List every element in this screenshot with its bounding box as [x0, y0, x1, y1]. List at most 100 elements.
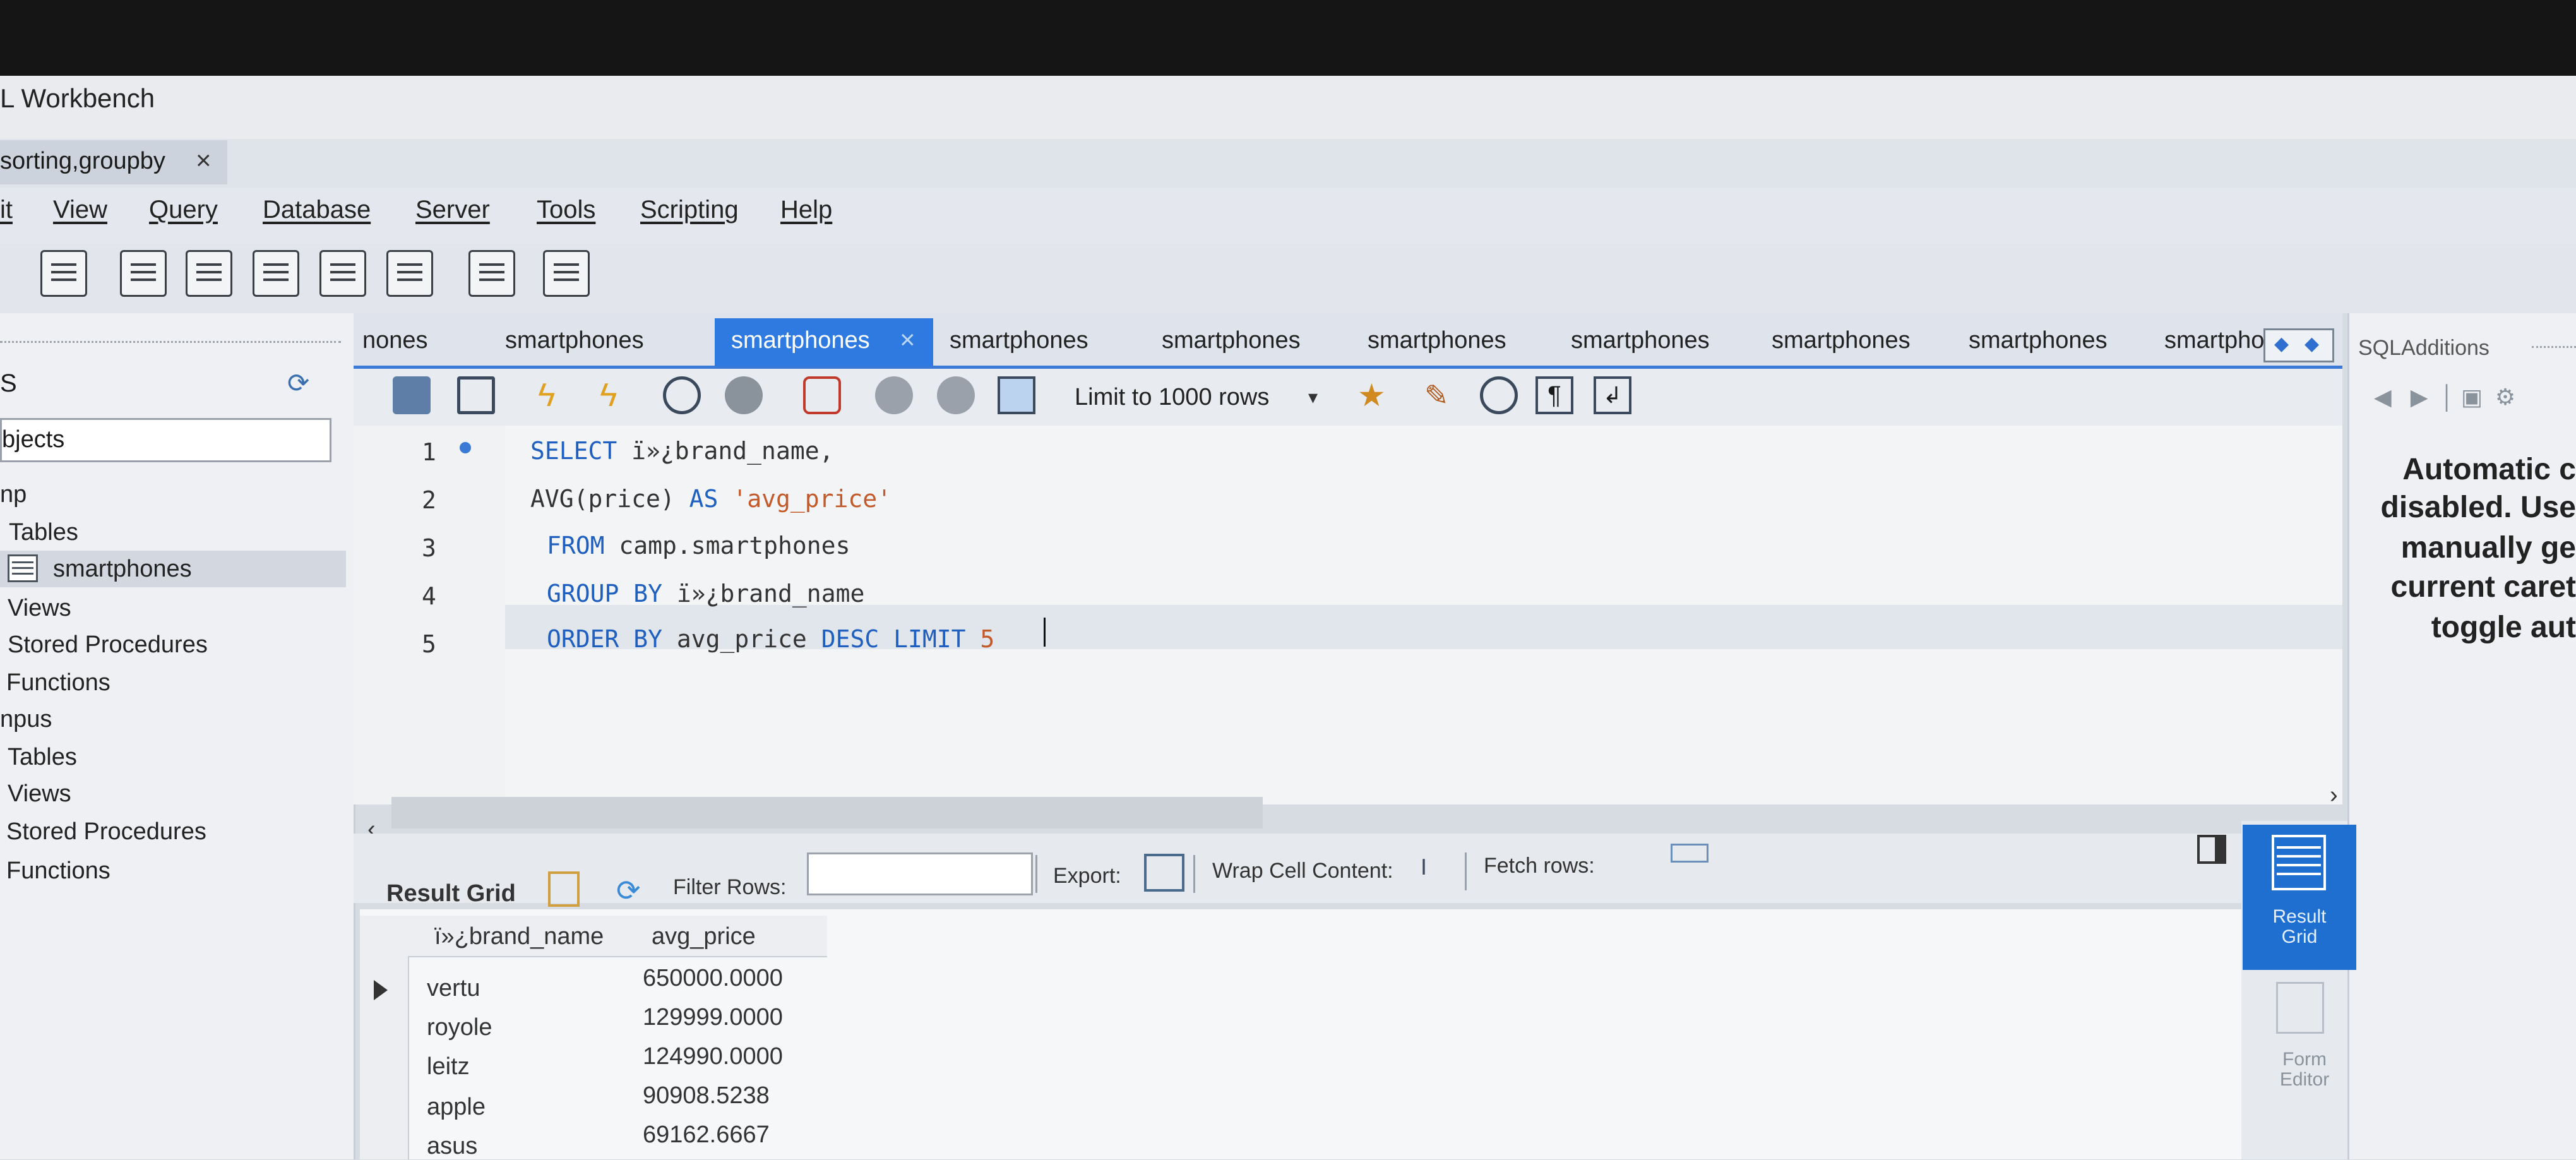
column-header[interactable]: ï»¿brand_name [434, 923, 604, 950]
scroll-left-icon[interactable]: ◆ [2274, 333, 2289, 355]
chevron-down-icon[interactable]: ▾ [1308, 386, 1318, 409]
query-tab[interactable]: smartphones [1772, 327, 1911, 354]
new-procedure-icon[interactable] [319, 250, 366, 297]
menu-database[interactable]: Database [263, 196, 371, 224]
close-icon[interactable]: × [900, 325, 915, 355]
tree-item-tables[interactable]: Tables [8, 744, 77, 771]
autocommit-icon[interactable] [998, 376, 1035, 414]
scroll-right-arrow-icon[interactable]: › [2330, 782, 2338, 809]
filter-objects-input[interactable]: bjects [0, 418, 331, 462]
execute-current-icon[interactable]: ϟ [600, 376, 638, 414]
form-editor-view-label[interactable]: Form Editor [2249, 1049, 2360, 1090]
refresh-icon[interactable]: ⟳ [616, 874, 654, 912]
database-icon[interactable] [120, 250, 167, 297]
menu-query[interactable]: Query [149, 196, 218, 224]
refresh-icon[interactable]: ⟳ [287, 368, 309, 398]
grid-cell[interactable]: 124990.0000 [643, 1043, 783, 1070]
menu-server[interactable]: Server [415, 196, 490, 224]
grid-cell[interactable]: 90908.5238 [643, 1082, 770, 1109]
grid-layout-icon[interactable] [548, 871, 580, 907]
code-line: ORDER BY avg_price DESC LIMIT 5 [547, 625, 994, 653]
tree-item-smartphones[interactable]: smartphones [53, 556, 192, 583]
sql-keyword: SELECT [530, 437, 617, 465]
find-icon[interactable] [1480, 376, 1518, 414]
rollback-icon[interactable] [937, 376, 975, 414]
grid-cell[interactable]: 129999.0000 [643, 1004, 783, 1031]
save-icon[interactable] [457, 376, 495, 414]
stop-icon[interactable] [725, 376, 763, 414]
line-number: 2 [422, 486, 436, 514]
tree-item-stored-procedures[interactable]: Stored Procedures [8, 631, 208, 659]
close-icon[interactable]: × [196, 145, 212, 176]
form-editor-label-line1: Form [2282, 1049, 2327, 1070]
sql-number: 5 [965, 625, 995, 653]
search-table-icon[interactable] [468, 250, 515, 297]
new-function-icon[interactable] [386, 250, 433, 297]
connection-info-icon[interactable] [40, 250, 87, 297]
grid-cell[interactable]: royole [427, 1014, 492, 1041]
export-icon[interactable] [1144, 854, 1184, 892]
app-title: L Workbench [0, 83, 155, 113]
query-tab[interactable]: smartphones [1571, 327, 1710, 354]
query-tab[interactable]: smartphones [505, 327, 644, 354]
filter-rows-label: Filter Rows: [673, 875, 787, 899]
menu-tools[interactable]: Tools [537, 196, 595, 224]
toggle-panel-icon[interactable] [2197, 835, 2226, 864]
grid-cell[interactable]: leitz [427, 1053, 470, 1080]
query-tab[interactable]: smartphones [1969, 327, 2108, 354]
column-header[interactable]: avg_price [652, 923, 756, 950]
menu-view[interactable]: View [53, 196, 107, 224]
scroll-right-icon[interactable]: ◆ [2305, 333, 2319, 355]
new-view-icon[interactable] [253, 250, 299, 297]
form-icon[interactable] [2276, 982, 2324, 1034]
tree-item-functions[interactable]: Functions [6, 858, 110, 885]
line-number: 5 [422, 630, 436, 658]
sql-keyword: GROUP BY [547, 580, 663, 607]
tree-item-tables[interactable]: Tables [9, 519, 78, 546]
new-table-icon[interactable] [186, 250, 232, 297]
grid-cell[interactable]: 650000.0000 [643, 965, 783, 992]
schema-item[interactable]: np [0, 481, 27, 508]
menu-help[interactable]: Help [780, 196, 832, 224]
query-tab[interactable]: smartphones [1162, 327, 1301, 354]
invisible-chars-icon[interactable]: ¶ [1535, 376, 1573, 414]
horizontal-scrollbar[interactable] [391, 797, 1263, 828]
fetch-rows-icon[interactable] [1671, 844, 1708, 863]
explain-icon[interactable] [663, 376, 701, 414]
connection-tab[interactable]: sorting,groupby × [0, 140, 227, 184]
tree-item-functions[interactable]: Functions [6, 669, 110, 697]
tab-scroll-buttons[interactable]: ◆ ◆ [2263, 328, 2334, 362]
execute-icon[interactable]: ϟ [538, 376, 576, 414]
query-tab[interactable]: smartphones [1368, 327, 1506, 354]
add-snippet-icon[interactable]: ★ [1357, 376, 1395, 414]
commit-icon[interactable] [875, 376, 913, 414]
word-wrap-icon[interactable]: ↲ [1594, 376, 1631, 414]
wrap-cell-icon[interactable]: Ⅰ [1421, 855, 1448, 885]
menu-bar [0, 188, 2576, 244]
sql-additions-title: SQLAdditions [2358, 336, 2490, 360]
grid-cell[interactable]: 69162.6667 [643, 1121, 770, 1149]
limit-rows-select[interactable]: Limit to 1000 rows [1075, 384, 1269, 411]
grid-cell[interactable]: asus [427, 1133, 477, 1160]
open-file-icon[interactable] [393, 376, 431, 414]
snippet-nav-icons[interactable]: ◀ ▶ │ ▣ ⚙ [2374, 384, 2515, 410]
menu-edit[interactable]: it [0, 196, 13, 224]
filter-rows-input[interactable] [807, 852, 1033, 895]
tree-item-views[interactable]: Views [8, 780, 71, 808]
wrap-cell-label: Wrap Cell Content: [1212, 859, 1393, 883]
grid-cell[interactable]: vertu [427, 975, 480, 1002]
export-label: Export: [1053, 864, 1121, 888]
menu-scripting[interactable]: Scripting [640, 196, 739, 224]
tree-item-stored-procedures[interactable]: Stored Procedures [6, 818, 206, 846]
reconnect-icon[interactable] [543, 250, 590, 297]
context-help-text: disabled. Use [2380, 491, 2576, 524]
schema-item[interactable]: npus [0, 706, 52, 733]
grid-cell[interactable]: apple [427, 1094, 486, 1121]
tree-item-views[interactable]: Views [8, 595, 71, 622]
beautify-icon[interactable]: ✎ [1424, 376, 1462, 414]
toggle-error-icon[interactable] [803, 376, 841, 414]
context-help-text: current caret [2390, 570, 2576, 604]
query-tab[interactable]: nones [362, 327, 428, 354]
sql-text: avg_price [662, 625, 821, 653]
query-tab[interactable]: smartphones [950, 327, 1088, 354]
